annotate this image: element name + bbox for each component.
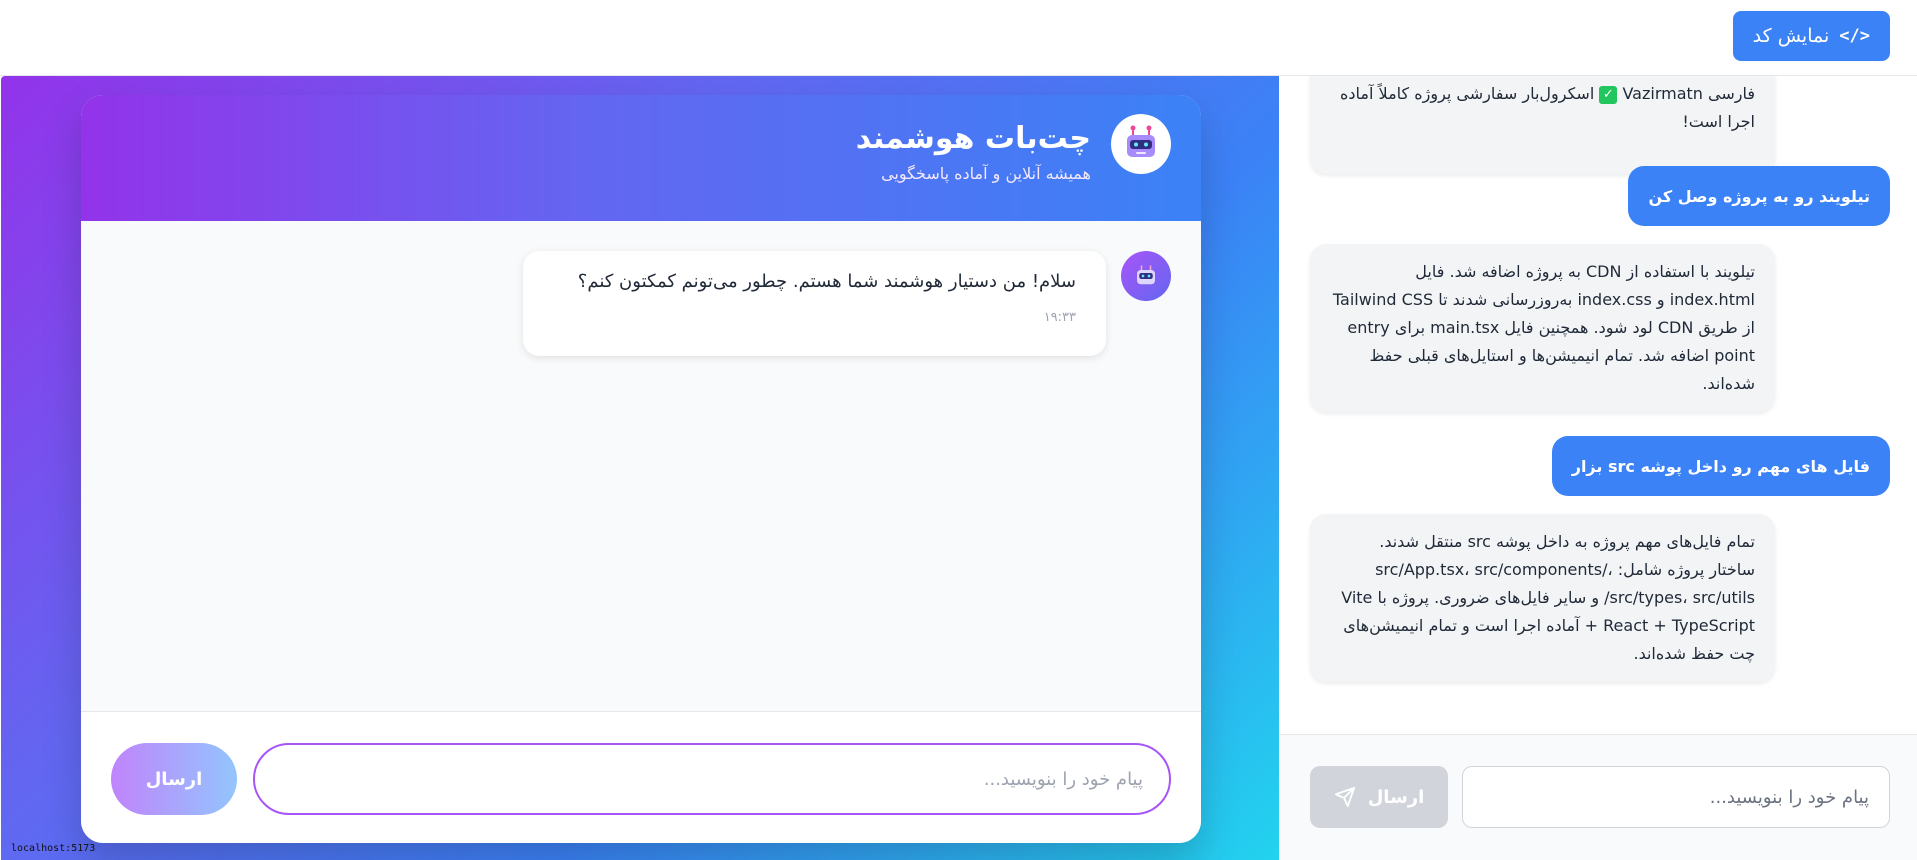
user-message-text: تیلویند رو به پروژه وصل کن: [1648, 186, 1870, 206]
user-message: فایل های مهم رو داخل پوشه src بزار: [1551, 436, 1890, 496]
preview-pane: چت‌بات هوشمند همیشه آنلاین و آماده پاسخگ…: [1, 76, 1279, 860]
code-icon: </>: [1839, 26, 1870, 46]
assistant-send-label: ارسال: [1367, 786, 1425, 808]
chat-title: چت‌بات هوشمند: [855, 121, 1091, 156]
chat-footer: ارسال: [81, 711, 1201, 843]
chat-card: چت‌بات هوشمند همیشه آنلاین و آماده پاسخگ…: [81, 95, 1201, 843]
ai-message: تیلویند با استفاده از CDN به پروژه اضافه…: [1310, 244, 1775, 412]
show-code-button[interactable]: </> نمایش کد: [1732, 11, 1890, 61]
ai-message: تمام فایل‌های مهم پروژه به داخل پوشه src…: [1310, 514, 1775, 682]
ai-message-text: تمام فایل‌های مهم پروژه به داخل پوشه src…: [1341, 532, 1755, 663]
chat-message-input[interactable]: [253, 743, 1171, 815]
bot-message: سلام! من دستیار هوشمند شما هستم. چطور می…: [523, 251, 1106, 356]
chat-send-button[interactable]: ارسال: [111, 743, 237, 815]
ai-message-text: تیلویند با استفاده از CDN به پروژه اضافه…: [1332, 262, 1755, 393]
user-message: تیلویند رو به پروژه وصل کن: [1628, 166, 1890, 226]
bot-message-time: ۱۹:۳۳: [1043, 310, 1076, 325]
chat-subtitle: همیشه آنلاین و آماده پاسخگویی: [881, 164, 1091, 183]
assistant-message-input[interactable]: [1462, 766, 1890, 828]
assistant-messages[interactable]: فارسی Vazirmatn ✓ اسکرول‌بار سفارشی پروژ…: [1280, 76, 1917, 734]
user-message-text: فایل های مهم رو داخل پوشه src بزار: [1571, 456, 1870, 476]
chat-messages: سلام! من دستیار هوشمند شما هستم. چطور می…: [81, 221, 1201, 711]
status-url: localhost:5173: [11, 843, 96, 854]
show-code-label: نمایش کد: [1752, 25, 1830, 47]
paper-plane-icon: [1334, 786, 1355, 808]
ai-message-text: فارسی Vazirmatn: [1622, 84, 1755, 103]
top-bar: </> نمایش کد: [0, 0, 1917, 76]
assistant-send-button[interactable]: ارسال: [1310, 766, 1448, 828]
chat-header: چت‌بات هوشمند همیشه آنلاین و آماده پاسخگ…: [81, 95, 1201, 221]
robot-icon: [1111, 114, 1171, 174]
check-icon: ✓: [1599, 85, 1618, 104]
assistant-panel: فارسی Vazirmatn ✓ اسکرول‌بار سفارشی پروژ…: [1280, 76, 1917, 860]
bot-avatar-icon: [1121, 251, 1171, 301]
assistant-input-bar: ارسال: [1280, 734, 1917, 860]
ai-message: فارسی Vazirmatn ✓ اسکرول‌بار سفارشی پروژ…: [1310, 76, 1775, 174]
bot-message-text: سلام! من دستیار هوشمند شما هستم. چطور می…: [577, 271, 1076, 292]
